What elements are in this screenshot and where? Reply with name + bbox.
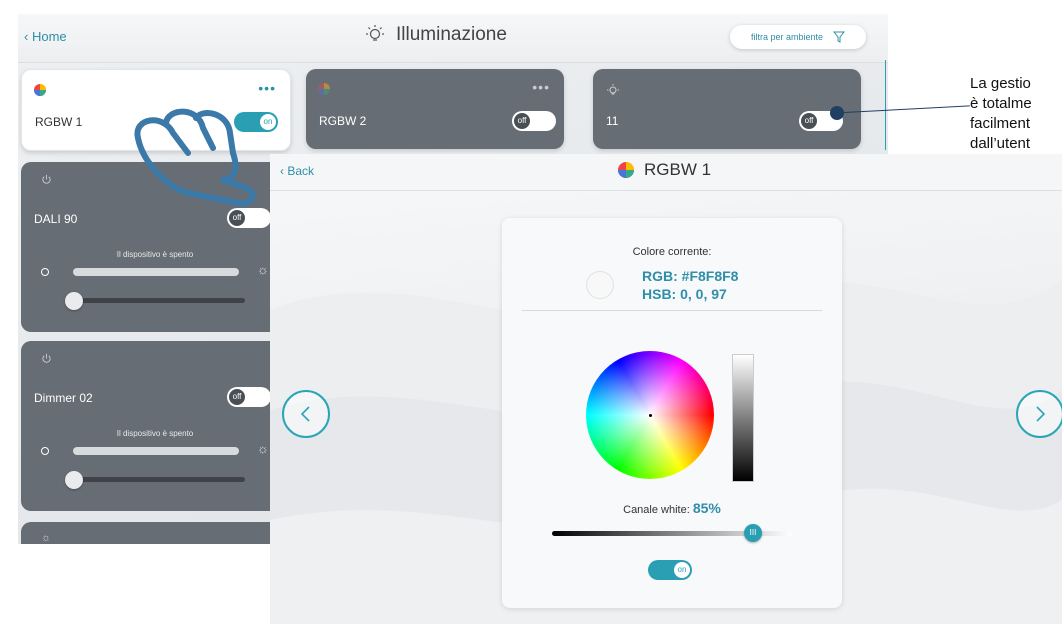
slider-thumb[interactable] <box>65 292 83 310</box>
color-wheel-icon <box>318 83 330 95</box>
current-color-label: Colore corrente: <box>632 246 712 258</box>
side-caption: La gestio è totalme facilment dall’utent <box>970 74 1062 154</box>
white-channel-value: 85% <box>692 500 721 516</box>
filter-label: filtra per ambiente <box>750 32 824 42</box>
white-channel-label: Canale white: 85% <box>502 500 842 516</box>
device-name: Dimmer 02 <box>34 391 93 405</box>
chevron-left-icon: ‹ <box>24 29 29 44</box>
power-icon <box>42 174 51 184</box>
device-name: DALI 90 <box>34 212 78 226</box>
caption-line: La gestio <box>970 75 1031 92</box>
connector-vertical-line <box>885 60 886 150</box>
filter-button[interactable]: filtra per ambiente <box>730 25 866 49</box>
secondary-slider[interactable] <box>73 477 245 482</box>
color-wheel-icon <box>34 84 46 96</box>
back-label: Back <box>287 164 315 178</box>
previous-button[interactable] <box>282 390 330 438</box>
color-picker-marker[interactable] <box>649 414 652 417</box>
page-title-group: Illuminazione <box>364 24 507 46</box>
card-name: RGBW 2 <box>319 114 367 128</box>
slider-thumb[interactable] <box>65 471 83 489</box>
color-control-panel: Colore corrente: RGB: #F8F8F8 HSB: 0, 0,… <box>502 218 842 608</box>
chevron-left-icon <box>300 406 310 422</box>
more-options-icon[interactable]: ••• <box>532 79 550 95</box>
device-card-partial[interactable]: ☼ <box>21 522 289 544</box>
chevron-left-icon: ‹ <box>280 164 284 178</box>
rgbw-detail-screen: ‹ Back RGBW 1 Colore corrente: RGB: #F8F… <box>270 154 1062 624</box>
detail-title: RGBW 1 <box>644 160 712 179</box>
connector-dot <box>830 106 844 120</box>
caption-line: facilment <box>970 115 1031 132</box>
secondary-slider[interactable] <box>73 298 245 303</box>
light-card-11[interactable]: 11 off <box>593 69 861 149</box>
bulb-icon <box>607 84 619 95</box>
more-options-icon[interactable]: ••• <box>258 80 276 96</box>
bulb-icon: ☼ <box>41 532 52 544</box>
brightness-bar[interactable] <box>732 354 754 482</box>
power-toggle[interactable]: on <box>648 560 692 580</box>
back-link[interactable]: ‹ Back <box>280 164 314 178</box>
toggle-knob: on <box>674 562 690 578</box>
divider <box>522 310 822 311</box>
bulb-icon <box>366 25 384 41</box>
filter-icon <box>833 31 846 43</box>
toggle-knob: off <box>514 113 530 129</box>
card-name: 11 <box>606 114 619 128</box>
rgb-value: RGB: #F8F8F8 <box>642 268 739 284</box>
white-slider-thumb[interactable]: III <box>744 524 762 542</box>
power-icon <box>42 353 51 363</box>
current-color-swatch <box>586 271 614 299</box>
toggle-knob: off <box>229 389 245 405</box>
home-label: Home <box>31 29 67 44</box>
device-status: Il dispositivo è spento <box>116 250 194 259</box>
brightness-slider[interactable] <box>73 447 239 455</box>
sun-icon: ☼ <box>257 262 269 277</box>
home-link[interactable]: ‹ Home <box>24 29 67 44</box>
light-card-rgbw2[interactable]: ••• RGBW 2 off <box>306 69 564 149</box>
card-name: RGBW 1 <box>35 115 83 129</box>
device-card-dimmer02[interactable]: Dimmer 02 off Il dispositivo è spento ☼ <box>21 341 289 511</box>
detail-title-group: RGBW 1 <box>618 160 711 180</box>
white-channel-text: Canale white: <box>623 504 690 516</box>
caption-line: dall’utent <box>970 135 1031 152</box>
lighting-header: ‹ Home Illuminazione filtra per ambiente <box>18 14 888 63</box>
dim-low-icon <box>41 447 49 455</box>
detail-header: ‹ Back RGBW 1 <box>270 154 1062 191</box>
hsb-value: HSB: 0, 0, 97 <box>642 286 727 302</box>
sun-icon: ☼ <box>257 441 269 456</box>
brightness-slider[interactable] <box>73 268 239 276</box>
chevron-right-icon <box>1036 406 1046 422</box>
power-toggle[interactable]: off <box>512 111 556 131</box>
toggle-knob: off <box>801 113 817 129</box>
power-toggle[interactable]: off <box>227 387 271 407</box>
next-button[interactable] <box>1016 390 1062 438</box>
hand-pointer-icon <box>134 108 256 207</box>
device-status: Il dispositivo è spento <box>116 429 194 438</box>
color-wheel-icon <box>618 162 634 178</box>
caption-line: è totalme <box>970 95 1032 112</box>
page-title: Illuminazione <box>396 24 507 45</box>
dim-low-icon <box>41 268 49 276</box>
